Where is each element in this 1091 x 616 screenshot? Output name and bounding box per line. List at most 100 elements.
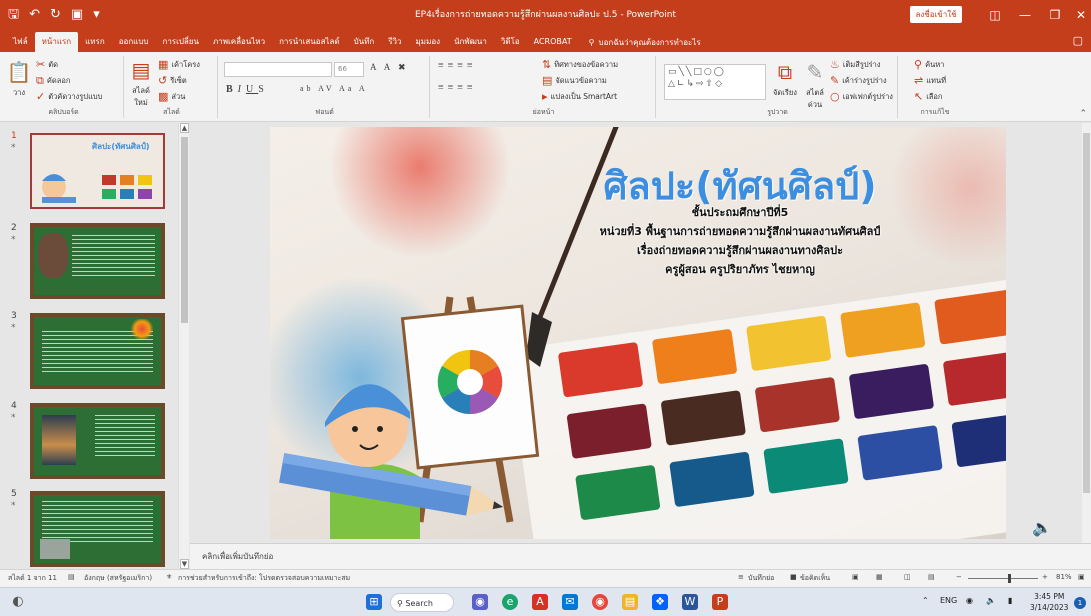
slide-thumbnail-5[interactable] [30, 491, 165, 567]
tab-developer[interactable]: นักพัฒนา [447, 32, 494, 52]
edge-icon[interactable]: e [502, 594, 518, 610]
font-color-buttons[interactable]: ab AV Aa A [300, 84, 368, 93]
zoom-level[interactable]: 81% [1056, 573, 1072, 581]
close-button[interactable]: ✕ [1066, 0, 1091, 30]
slide-subtitle-line[interactable]: หน่วยที่3 พื้นฐานการถ่ายทอดความรู้สึกผ่า… [520, 222, 960, 240]
scrollbar-thumb[interactable] [181, 137, 188, 323]
save-icon[interactable]: 🖫 [8, 6, 19, 24]
input-language[interactable]: ENG [940, 596, 957, 605]
text-direction-button[interactable]: ⇅ ทิศทางของข้อความ [542, 58, 618, 71]
list-buttons[interactable]: ≡≡≡≡ [438, 60, 477, 71]
mail-icon[interactable]: ✉ [562, 594, 578, 610]
tab-insert[interactable]: แทรก [78, 32, 112, 52]
minimize-button[interactable]: — [1010, 0, 1040, 30]
taskbar-search[interactable]: ⚲ Search [390, 593, 454, 612]
normal-view-icon[interactable]: ▣ [852, 573, 859, 581]
copy-button[interactable]: ⧉ คัดลอก [36, 74, 70, 88]
tab-file[interactable]: ไฟล์ [6, 32, 35, 52]
slide-thumbnail-3[interactable] [30, 313, 165, 389]
zoom-out-icon[interactable]: − [956, 573, 962, 581]
file-explorer-icon[interactable]: ▤ [622, 594, 638, 610]
reset-button[interactable]: ↺ รีเซ็ต [158, 74, 187, 87]
tab-animations[interactable]: ภาพเคลื่อนไหว [206, 32, 272, 52]
network-icon[interactable]: ◉ [966, 596, 973, 605]
select-button[interactable]: ↖ เลือก [914, 90, 942, 103]
tab-view[interactable]: มุมมอง [409, 32, 448, 52]
teams-icon[interactable]: ◉ [472, 594, 488, 610]
grow-shrink-font-buttons[interactable]: A A ✖ [370, 62, 409, 73]
scrollbar-thumb[interactable] [1083, 133, 1090, 493]
accessibility-status[interactable]: การช่วยสำหรับการเข้าถึง: โปรดตรวจสอบความ… [178, 573, 350, 584]
notes-toggle-button[interactable]: บันทึกย่อ [748, 573, 774, 584]
undo-icon[interactable]: ↶ [29, 6, 40, 24]
text-format-buttons[interactable]: BIUS [226, 84, 269, 95]
thumbnail-scrollbar[interactable]: ▲ ▼ [178, 123, 189, 569]
present-icon[interactable]: ▣ [71, 6, 83, 24]
notification-badge[interactable]: 1 [1074, 597, 1086, 609]
slide-thumbnail-1[interactable]: ศิลปะ(ทัศนศิลป์) [30, 133, 165, 209]
find-button[interactable]: ⚲ ค้นหา [914, 58, 944, 71]
battery-icon[interactable]: ▮ [1008, 596, 1012, 605]
tab-design[interactable]: ออกแบบ [112, 32, 156, 52]
slideshow-view-icon[interactable]: ▤ [928, 573, 935, 581]
align-text-button[interactable]: ▤ จัดแนวข้อความ [542, 74, 607, 87]
zoom-in-icon[interactable]: + [1042, 573, 1048, 581]
fit-slide-icon[interactable]: ▣ [1078, 573, 1085, 581]
customize-icon[interactable]: ▾ [93, 6, 100, 24]
redo-icon[interactable]: ↻ [50, 6, 61, 24]
powerpoint-icon[interactable]: P [712, 594, 728, 610]
tab-video[interactable]: วิดีโอ [494, 32, 527, 52]
language-indicator[interactable]: อังกฤษ (สหรัฐอเมริกา) [84, 573, 152, 584]
quick-styles-button[interactable]: ✎ สไตล์ ด่วน [802, 60, 828, 111]
slide-subtitle-line[interactable]: ครูผู้สอน ครูปริยาภัทร ไชยหาญ [520, 260, 960, 278]
audio-speaker-icon[interactable]: 🔈 [1032, 518, 1052, 537]
font-name-dropdown[interactable] [224, 62, 332, 77]
arrange-button[interactable]: ⧉ จัดเรียง [770, 60, 800, 99]
format-painter-button[interactable]: ✓ ตัวคัดวางรูปแบบ [36, 90, 102, 103]
align-buttons[interactable]: ≡≡≡≡ [438, 82, 477, 93]
slide-subtitle-line[interactable]: เรื่องถ่ายทอดความรู้สึกผ่านผลงานทางศิลปะ [520, 241, 960, 259]
paste-button[interactable]: 📋 วาง [6, 60, 32, 99]
cut-button[interactable]: ✂ ตัด [36, 58, 58, 71]
word-icon[interactable]: W [682, 594, 698, 610]
slide-thumbnail-4[interactable] [30, 403, 165, 479]
reading-view-icon[interactable]: ◫ [904, 573, 911, 581]
sign-in-button[interactable]: ลงชื่อเข้าใช้ [910, 6, 962, 23]
start-icon[interactable]: ⊞ [366, 594, 382, 610]
tell-me-box[interactable]: ⚲ บอกฉันว่าคุณต้องการทำอะไร [579, 32, 701, 52]
widgets-icon[interactable]: ◐ [10, 594, 26, 610]
slide-subtitle-line[interactable]: ชั้นประถมศึกษาปีที่5 [520, 203, 960, 221]
tab-record[interactable]: บันทึก [347, 32, 382, 52]
font-size-dropdown[interactable]: 66 [334, 62, 364, 77]
shape-fill-button[interactable]: ♨ เติมสีรูปร่าง [830, 58, 881, 71]
smartart-button[interactable]: ▸ แปลงเป็น SmartArt [542, 90, 617, 103]
tab-acrobat[interactable]: ACROBAT [527, 32, 579, 52]
layout-button[interactable]: ▦ เค้าโครง [158, 58, 200, 71]
scroll-down-icon[interactable]: ▼ [180, 559, 189, 569]
system-clock[interactable]: 3:45 PM 3/14/2023 [1030, 591, 1068, 613]
comments-toggle-button[interactable]: ข้อคิดเห็น [800, 573, 830, 584]
shape-outline-button[interactable]: ✎ เค้าร่างรูปร่าง [830, 74, 887, 87]
slide-sorter-icon[interactable]: ▦ [876, 573, 883, 581]
notes-pane[interactable]: คลิกเพื่อเพิ่มบันทึกย่อ [190, 543, 1091, 569]
chrome-icon[interactable]: ◉ [592, 594, 608, 610]
shape-effects-button[interactable]: ○ เอฟเฟกต์รูปร่าง [830, 90, 893, 103]
replace-button[interactable]: ⇌ แทนที่ [914, 74, 946, 87]
spelling-icon[interactable]: ▤ [68, 573, 75, 581]
tab-review[interactable]: รีวิว [381, 32, 408, 52]
volume-icon[interactable]: 🔈 [986, 596, 996, 605]
zoom-slider[interactable] [968, 574, 1038, 583]
tab-slideshow[interactable]: การนำเสนอสไลด์ [272, 32, 347, 52]
comments-icon[interactable]: ▢ [1073, 34, 1083, 47]
shapes-gallery[interactable]: ▭╲╲□○◯ △∟↳⇨⇧◇ [664, 64, 766, 100]
ribbon-display-options-icon[interactable]: ◫ [980, 0, 1010, 30]
dropbox-icon[interactable]: ❖ [652, 594, 668, 610]
tab-home[interactable]: หน้าแรก [34, 32, 79, 52]
collapse-ribbon-icon[interactable]: ⌃ [1079, 109, 1087, 119]
scroll-up-icon[interactable]: ▲ [180, 123, 189, 133]
slide-scrollbar[interactable] [1082, 123, 1091, 543]
tab-transitions[interactable]: การเปลี่ยน [155, 32, 206, 52]
section-button[interactable]: ▩ ส่วน [158, 90, 185, 103]
zoom-slider-handle[interactable] [1008, 574, 1011, 583]
acrobat-icon[interactable]: A [532, 594, 548, 610]
